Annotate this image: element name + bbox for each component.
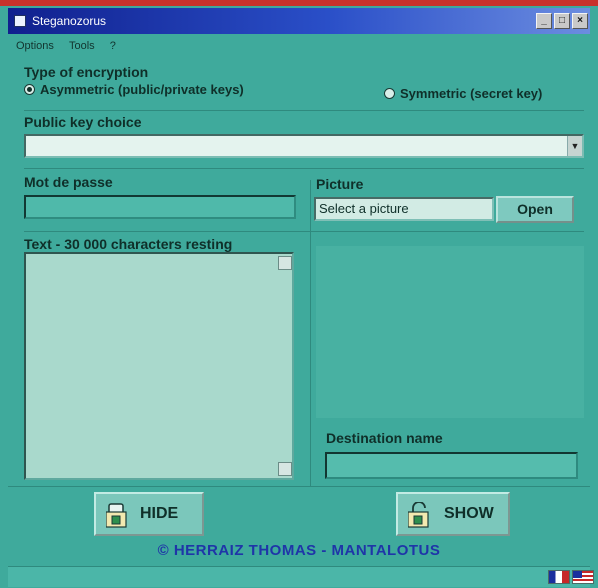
hide-button[interactable]: HIDE: [94, 492, 204, 536]
divider: [24, 110, 584, 111]
radio-symmetric[interactable]: Symmetric (secret key): [384, 86, 542, 101]
divider: [24, 168, 584, 169]
password-field[interactable]: [24, 195, 296, 219]
picture-label: Picture: [316, 176, 364, 192]
destination-field[interactable]: [325, 452, 578, 479]
encryption-type-label: Type of encryption: [24, 64, 149, 80]
open-padlock-folder-icon: [408, 502, 429, 528]
text-label: Text - 30 000 characters resting: [24, 236, 233, 252]
minimize-button[interactable]: _: [536, 13, 552, 29]
menu-bar: Options Tools ?: [8, 36, 590, 56]
dropdown-arrow-icon[interactable]: ▼: [567, 136, 582, 156]
close-button[interactable]: ×: [572, 13, 588, 29]
radio-asymmetric-label: Asymmetric (public/private keys): [40, 82, 244, 97]
app-icon: [14, 15, 26, 27]
menu-options[interactable]: Options: [16, 36, 54, 56]
destination-label: Destination name: [326, 430, 443, 446]
hide-label: HIDE: [140, 505, 179, 522]
maximize-button[interactable]: □: [554, 13, 570, 29]
scroll-down-button[interactable]: [278, 462, 292, 476]
padlock-folder-icon: [106, 503, 127, 528]
public-key-label: Public key choice: [24, 114, 142, 130]
credit-text: © HERRAIZ THOMAS - MANTALOTUS: [157, 542, 441, 559]
menu-help[interactable]: ?: [110, 36, 116, 56]
menu-tools[interactable]: Tools: [69, 36, 95, 56]
divider: [24, 231, 584, 232]
french-flag-icon[interactable]: [548, 570, 570, 584]
top-red-strip: [0, 0, 598, 6]
open-button[interactable]: Open: [496, 196, 574, 223]
message-textarea[interactable]: [24, 252, 294, 480]
radio-symmetric-indicator[interactable]: [384, 88, 395, 99]
show-label: SHOW: [444, 505, 494, 522]
radio-symmetric-label: Symmetric (secret key): [400, 86, 543, 101]
vertical-divider: [310, 180, 311, 486]
show-button[interactable]: SHOW: [396, 492, 510, 536]
window-title: Steganozorus: [32, 14, 107, 28]
picture-path-field[interactable]: Select a picture: [314, 197, 494, 221]
english-flag-icon[interactable]: [572, 570, 594, 584]
picture-preview: [316, 246, 584, 418]
divider: [8, 486, 590, 487]
radio-asymmetric-indicator[interactable]: [24, 84, 35, 95]
title-bar: Steganozorus _ □ ×: [8, 8, 590, 34]
password-label: Mot de passe: [24, 174, 113, 190]
scroll-up-button[interactable]: [278, 256, 292, 270]
radio-asymmetric[interactable]: Asymmetric (public/private keys): [24, 82, 244, 97]
status-bar: [8, 566, 590, 587]
public-key-select[interactable]: ▼: [24, 134, 584, 158]
